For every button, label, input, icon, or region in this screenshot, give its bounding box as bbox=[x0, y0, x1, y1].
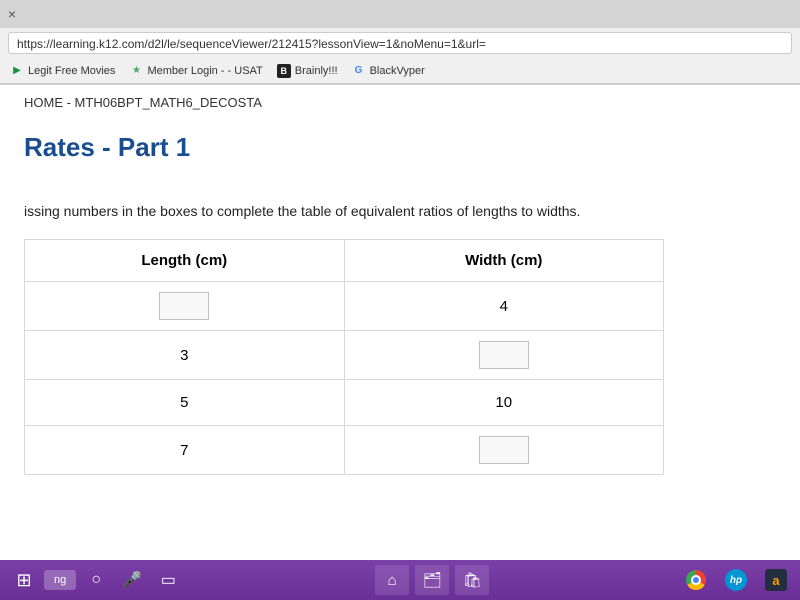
play-icon: ▶ bbox=[10, 64, 24, 78]
task-view-icon[interactable]: ▭ bbox=[152, 564, 184, 596]
width-cell: 10 bbox=[344, 380, 664, 426]
table-row: 5 10 bbox=[25, 380, 664, 426]
taskbar-search[interactable]: ng bbox=[44, 570, 76, 590]
length-cell: 5 bbox=[25, 380, 345, 426]
bookmark-label: BlackVyper bbox=[370, 65, 425, 77]
width-input[interactable] bbox=[479, 341, 529, 369]
bookmark-member-login[interactable]: ★ Member Login - - USAT bbox=[129, 64, 262, 78]
breadcrumb[interactable]: HOME - MTH06BPT_MATH6_DECOSTA bbox=[24, 95, 776, 110]
bookmark-brainly[interactable]: B Brainly!!! bbox=[277, 64, 338, 78]
address-bar: https://learning.k12.com/d2l/le/sequence… bbox=[0, 28, 800, 58]
brainly-icon: B bbox=[277, 64, 291, 78]
close-icon[interactable]: × bbox=[4, 6, 20, 22]
table-row: 7 bbox=[25, 426, 664, 475]
bookmark-label: Brainly!!! bbox=[295, 65, 338, 77]
width-cell bbox=[344, 426, 664, 475]
length-input[interactable] bbox=[159, 292, 209, 320]
bookmark-label: Member Login - - USAT bbox=[147, 65, 262, 77]
bookmarks-bar: ▶ Legit Free Movies ★ Member Login - - U… bbox=[0, 58, 800, 84]
taskbar: ⊞ ng ○ 🎤 ▭ ⌂ 🗂 🛍 hp a bbox=[0, 560, 800, 600]
instruction-text: issing numbers in the boxes to complete … bbox=[24, 203, 776, 219]
star-icon: ★ bbox=[129, 64, 143, 78]
length-cell: 3 bbox=[25, 331, 345, 380]
width-cell bbox=[344, 331, 664, 380]
width-cell: 4 bbox=[344, 282, 664, 331]
cortana-icon[interactable]: ○ bbox=[80, 564, 112, 596]
page-title: Rates - Part 1 bbox=[24, 132, 776, 163]
table-row: 3 bbox=[25, 331, 664, 380]
bookmark-legit-free-movies[interactable]: ▶ Legit Free Movies bbox=[10, 64, 115, 78]
tab-bar: × bbox=[0, 0, 800, 28]
chrome-icon[interactable] bbox=[680, 564, 712, 596]
ratio-table: Length (cm) Width (cm) 4 3 5 10 bbox=[24, 239, 664, 475]
table-row: 4 bbox=[25, 282, 664, 331]
home-icon[interactable]: ⌂ bbox=[375, 565, 409, 595]
bookmark-label: Legit Free Movies bbox=[28, 65, 115, 77]
amazon-icon[interactable]: a bbox=[760, 564, 792, 596]
store-icon[interactable]: 🛍 bbox=[455, 565, 489, 595]
windows-start-icon[interactable]: ⊞ bbox=[8, 564, 40, 596]
page-content: HOME - MTH06BPT_MATH6_DECOSTA Rates - Pa… bbox=[0, 85, 800, 560]
file-explorer-icon[interactable]: 🗂 bbox=[415, 565, 449, 595]
hp-icon[interactable]: hp bbox=[720, 564, 752, 596]
column-header-width: Width (cm) bbox=[344, 240, 664, 282]
length-cell: 7 bbox=[25, 426, 345, 475]
width-input[interactable] bbox=[479, 436, 529, 464]
mic-icon[interactable]: 🎤 bbox=[116, 564, 148, 596]
browser-chrome: × https://learning.k12.com/d2l/le/sequen… bbox=[0, 0, 800, 85]
url-input[interactable]: https://learning.k12.com/d2l/le/sequence… bbox=[8, 32, 792, 54]
length-cell bbox=[25, 282, 345, 331]
bookmark-blackvyper[interactable]: G BlackVyper bbox=[352, 64, 425, 78]
column-header-length: Length (cm) bbox=[25, 240, 345, 282]
google-icon: G bbox=[352, 64, 366, 78]
